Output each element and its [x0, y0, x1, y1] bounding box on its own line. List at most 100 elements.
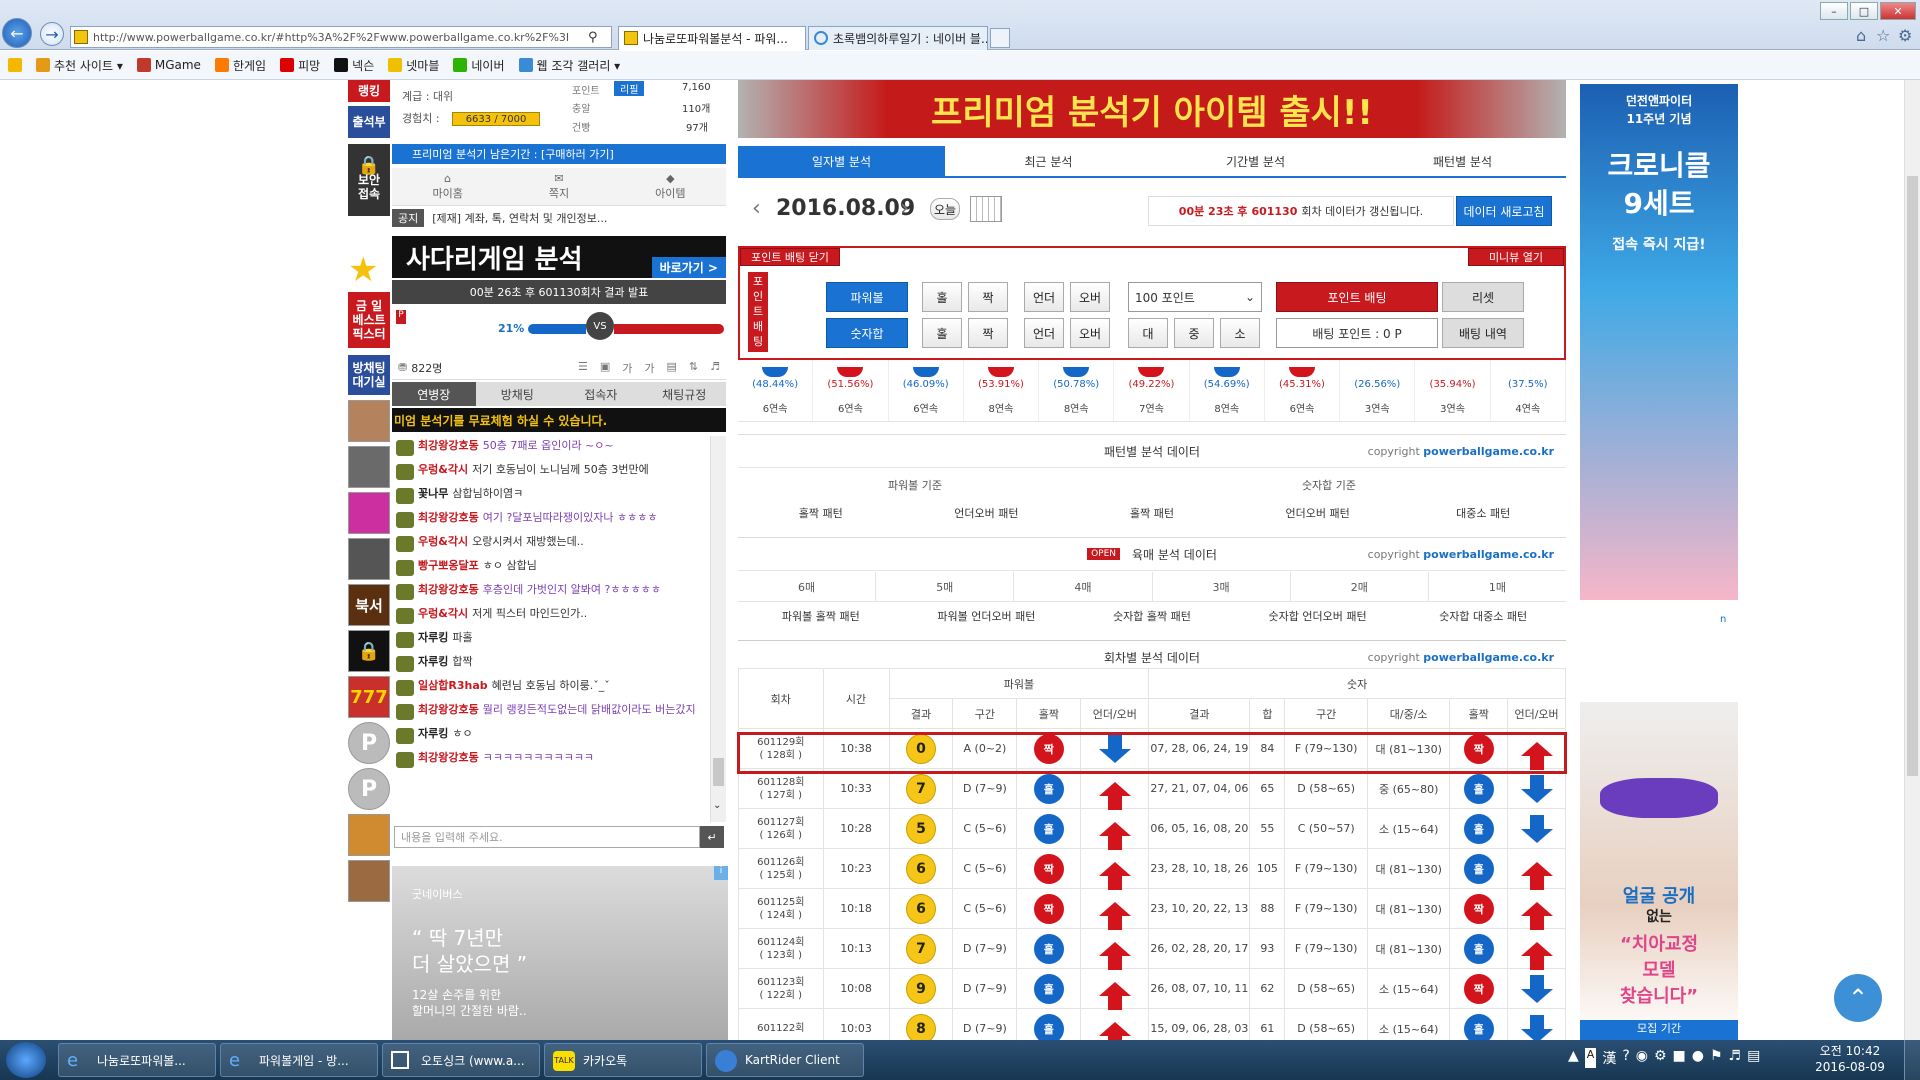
forward-button[interactable]: → [40, 22, 64, 46]
tab-powerball[interactable]: 나눔로또파워볼분석 - 파워... [618, 26, 806, 50]
fav-item-recommended[interactable]: 추천 사이트 ▾ [36, 57, 123, 74]
chat-scrollbar[interactable]: ⌄ [710, 436, 726, 822]
left-ad-banner[interactable]: i 굿네이버스 “ 딱 7년만 더 살았으면 ” 12살 손주를 위한 할머니의… [392, 866, 728, 1040]
secure-login-button[interactable]: 🔒 보안 접속 [348, 144, 390, 216]
list-icon[interactable]: ☰ [578, 360, 588, 376]
bet-number-sum-button[interactable]: 숫자합 [826, 318, 908, 348]
chat-tab-users[interactable]: 접속자 [559, 382, 643, 406]
sort-icon[interactable]: ⇅ [689, 360, 698, 376]
six-col[interactable]: 3매 [1153, 572, 1291, 601]
taskbar-item[interactable]: e 파워볼게임 - 방... [220, 1043, 378, 1077]
tray-icon[interactable]: ● [1692, 1048, 1704, 1068]
calendar-icon[interactable] [970, 196, 1002, 222]
avatar[interactable] [348, 814, 390, 856]
page-scroll-thumb[interactable] [1907, 176, 1918, 776]
bet-pb-over-button[interactable]: 오버 [1070, 282, 1110, 312]
page-scrollbar[interactable] [1904, 80, 1920, 1040]
chat-input[interactable]: 내용을 입력해 주세요. [394, 826, 700, 848]
show-desktop-button[interactable] [1904, 1040, 1920, 1080]
chat-send-icon[interactable]: ↵ [700, 826, 724, 848]
six-item[interactable]: 숫자합 홀짝 패턴 [1069, 602, 1235, 630]
minimize-button[interactable]: – [1820, 2, 1848, 20]
font-icon[interactable]: 가 [622, 360, 632, 376]
close-window-button[interactable]: ✕ [1880, 2, 1916, 20]
tray-icon[interactable]: ⚙ [1654, 1048, 1667, 1068]
ladder-banner[interactable]: 사다리게임 분석 바로가기 > [392, 236, 726, 278]
premium-notice[interactable]: 프리미엄 분석기 남은기간 : [구매하러 가기] [392, 144, 726, 164]
bet-small-button[interactable]: 소 [1220, 318, 1260, 348]
table-row[interactable]: 601124회( 123회 ) 10:13 7 D (7~9) 홀 26, 02, 28,… [738, 928, 1566, 970]
six-item[interactable]: 숫자합 대중소 패턴 [1400, 602, 1566, 630]
six-col[interactable]: 2매 [1291, 572, 1429, 601]
bet-pb-even-button[interactable]: 짝 [968, 282, 1008, 312]
refresh-data-button[interactable]: 데이터 새로고침 [1456, 196, 1552, 226]
fav-item-naver[interactable]: 네이버 [453, 57, 505, 74]
search-icon[interactable]: ⚲ [588, 30, 598, 45]
maximize-button[interactable]: □ [1850, 2, 1878, 20]
ime-a-icon[interactable]: A [1584, 1048, 1597, 1068]
six-item[interactable]: 파워볼 언더오버 패턴 [904, 602, 1070, 630]
chat-scroll-thumb[interactable] [713, 758, 724, 786]
chat-username[interactable]: 최강왕강호동 [418, 439, 479, 452]
six-col[interactable]: 4매 [1014, 572, 1153, 601]
flag-icon[interactable]: ⚑ [1710, 1048, 1723, 1068]
next-date-icon[interactable]: › [900, 196, 909, 221]
table-row[interactable]: 601125회( 124회 ) 10:18 6 C (5~6) 짝 23, 10, 20,… [738, 888, 1566, 930]
fav-item-webslice[interactable]: 웹 조각 갤러리 ▾ [518, 57, 620, 74]
avatar[interactable]: 북서 [348, 584, 390, 626]
avatar[interactable] [348, 400, 390, 442]
ime-hanja-icon[interactable]: 漢 [1602, 1048, 1616, 1068]
address-bar[interactable]: http://www.powerballgame.co.kr/#http%3A%… [70, 26, 612, 48]
fav-item-hangame[interactable]: 한게임 [214, 57, 266, 74]
volume-icon[interactable]: ♬ [1729, 1048, 1742, 1068]
rank-button[interactable]: 랭킹 [348, 80, 390, 102]
message-button[interactable]: ✉ 쪽지 [503, 168, 614, 205]
clock[interactable]: 오전 10:42 2016-08-09 [1810, 1043, 1890, 1075]
six-item[interactable]: 숫자합 언더오버 패턴 [1235, 602, 1401, 630]
ladder-go-button[interactable]: 바로가기 > [651, 257, 726, 278]
tab-recent[interactable]: 최근 분석 [945, 146, 1152, 176]
six-col[interactable]: 6매 [738, 572, 877, 601]
chat-username[interactable]: 우렁&각시 [418, 535, 468, 548]
home-icon[interactable]: ⌂ [1856, 26, 1866, 45]
pattern-num-oddeven[interactable]: 홀짝 패턴 [1069, 500, 1235, 526]
chat-username[interactable]: 우렁&각시 [418, 607, 468, 620]
avatar-lock-icon[interactable]: 🔒 [348, 630, 390, 672]
six-col[interactable]: 1매 [1429, 572, 1566, 601]
bet-close-button[interactable]: 포인트 배팅 닫기 [740, 248, 840, 266]
chat-username[interactable]: 자루킹 [418, 655, 448, 668]
chat-username[interactable]: 최강왕강호동 [418, 703, 479, 716]
tab-pattern[interactable]: 패턴별 분석 [1359, 146, 1566, 176]
settings-gear-icon[interactable]: ⚙ [1898, 26, 1912, 45]
fav-item-netmarble[interactable]: 넷마블 [388, 57, 439, 74]
notice-bar[interactable]: 공지 [제재] 계좌, 톡, 연락처 및 개인정보... [392, 208, 726, 228]
tab-naver-blog[interactable]: 초록뱀의하루일기 : 네이버 블... [808, 26, 988, 50]
tray-icon[interactable]: ■ [1673, 1048, 1686, 1068]
network-icon[interactable]: ▤ [1747, 1048, 1760, 1068]
help-icon[interactable]: ? [1622, 1048, 1629, 1068]
right-ad-bottom[interactable]: 얼굴 공개 없는 “치아교정 모델 찾습니다” 모집 기간 [1580, 702, 1738, 1040]
bet-num-odd-button[interactable]: 홀 [922, 318, 962, 348]
bet-history-button[interactable]: 배팅 내역 [1442, 318, 1524, 348]
fav-item-mgame[interactable]: MGame [136, 58, 201, 72]
chat-tab-rules[interactable]: 채팅규정 [642, 382, 726, 406]
table-row[interactable]: 601123회( 122회 ) 10:08 9 D (7~9) 홀 26, 08, 07,… [738, 968, 1566, 1010]
bet-mid-button[interactable]: 중 [1174, 318, 1214, 348]
chat-username[interactable]: 최강왕강호동 [418, 583, 479, 596]
favorites-star-icon[interactable]: ☆ [1876, 26, 1890, 45]
best-pickster-button[interactable]: 금 일 베스트 픽스터 [348, 292, 390, 348]
taskbar-item[interactable]: e 나눔로또파워볼... [58, 1043, 216, 1077]
window-icon[interactable]: ▣ [600, 360, 610, 376]
avatar-placeholder-icon[interactable]: P [348, 768, 390, 810]
pattern-num-underover[interactable]: 언더오버 패턴 [1235, 500, 1401, 526]
tab-daily[interactable]: 일자별 분석 [738, 146, 945, 176]
avatar[interactable] [348, 538, 390, 580]
trash-icon[interactable]: ▤ [667, 360, 677, 376]
six-col[interactable]: 5매 [876, 572, 1015, 601]
reset-button[interactable]: 리셋 [1442, 282, 1524, 312]
ad-info-icon[interactable]: i [714, 866, 728, 880]
new-tab-button[interactable] [990, 28, 1010, 48]
avatar[interactable] [348, 446, 390, 488]
chat-tab-main[interactable]: 연병장 [392, 382, 476, 406]
tray-icon[interactable]: ◉ [1636, 1048, 1648, 1068]
